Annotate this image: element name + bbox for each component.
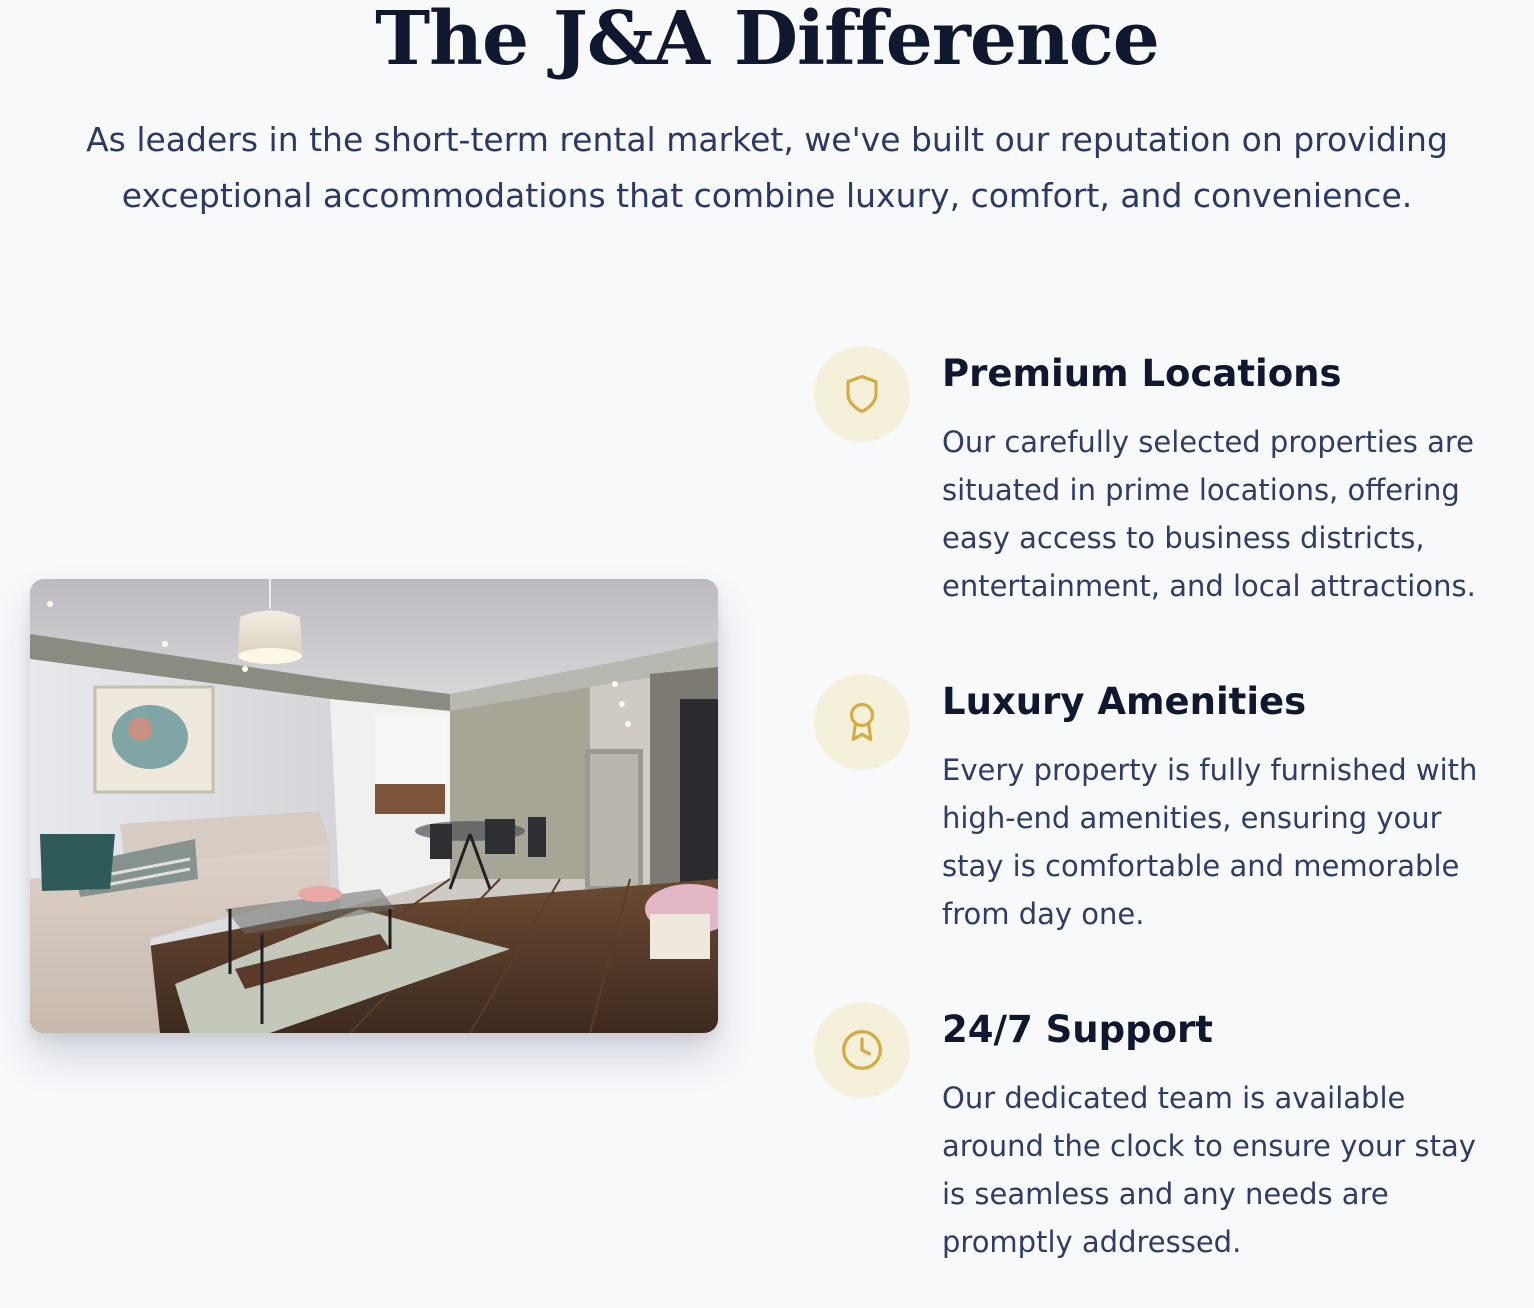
apartment-photo	[30, 579, 718, 1033]
feature-description: Our carefully selected properties are si…	[942, 425, 1476, 603]
section-intro: As leaders in the short-term rental mark…	[86, 120, 1448, 215]
feature-title: Luxury Amenities	[942, 680, 1307, 723]
award-icon	[814, 674, 910, 770]
feature-title: 24/7 Support	[942, 1008, 1213, 1051]
feature-description: Our dedicated team is available around t…	[942, 1081, 1476, 1259]
feature-title: Premium Locations	[942, 352, 1342, 395]
section-title: The J&A Difference	[375, 0, 1160, 82]
feature-description: Every property is fully furnished with h…	[942, 753, 1478, 931]
shield-icon	[814, 346, 910, 442]
clock-icon	[814, 1002, 910, 1098]
